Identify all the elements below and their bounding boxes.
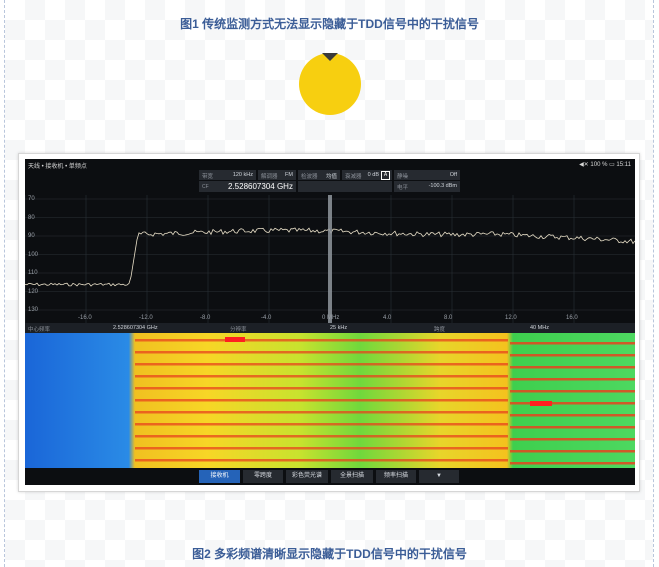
tdd-burst-band bbox=[510, 402, 635, 405]
battery-icon: ▭ bbox=[609, 162, 615, 168]
resolution-key: 分辨率 bbox=[230, 327, 247, 333]
param-detector[interactable]: 检波器 均值 bbox=[298, 170, 340, 180]
frequency-field[interactable]: CF 2.528607304 GHz bbox=[199, 181, 296, 192]
interference-spot bbox=[530, 401, 552, 406]
tdd-burst-band bbox=[510, 450, 635, 453]
breadcrumb: 天线 • 接收机 • 单频点 bbox=[28, 164, 87, 170]
tdd-burst-band bbox=[510, 462, 635, 465]
analyzer-screen: 天线 • 接收机 • 单频点 ◀✕ 100 % ▭ 15:11 带宽 120 k… bbox=[25, 159, 635, 485]
tdd-burst-band bbox=[135, 411, 508, 414]
figure-2-caption: 图2 多彩频谱清晰显示隐藏于TDD信号中的干扰信号 bbox=[192, 547, 467, 561]
param-bandwidth[interactable]: 带宽 120 kHz bbox=[199, 170, 256, 180]
y-tick-label: 110 bbox=[28, 270, 38, 276]
left-dashed-border bbox=[4, 0, 5, 567]
tdd-burst-band bbox=[510, 378, 635, 381]
interference-spot bbox=[225, 337, 245, 342]
x-tick-label: 4.0 bbox=[383, 315, 392, 321]
y-tick-label: 120 bbox=[28, 288, 39, 295]
tdd-burst-band bbox=[135, 423, 508, 426]
param-demodulator[interactable]: 解调器 FM bbox=[258, 170, 296, 180]
center-value: 2.528607304 GHz bbox=[113, 325, 158, 331]
status-right: ◀✕ 100 % ▭ 15:11 bbox=[579, 161, 631, 168]
x-tick-label: 16.0 bbox=[566, 315, 578, 321]
x-tick-label: 12.0 bbox=[505, 315, 517, 321]
tdd-burst-band bbox=[135, 339, 508, 342]
tdd-burst-band bbox=[135, 351, 508, 354]
frequency-scan-button[interactable]: 频率扫描 bbox=[376, 470, 416, 483]
tdd-burst-band bbox=[135, 447, 508, 450]
center-key: 中心频率 bbox=[28, 327, 51, 333]
bottom-button-bar: 接收机 零跨度 彩色荧光谱 全景扫描 频率扫描 ▼ bbox=[25, 468, 635, 485]
tdd-burst-band bbox=[135, 387, 508, 390]
tdd-burst-band bbox=[510, 414, 635, 417]
zero-span-button[interactable]: 零跨度 bbox=[243, 470, 283, 483]
tdd-burst-band bbox=[135, 435, 508, 438]
x-tick-label: -8.0 bbox=[200, 315, 211, 321]
tdd-burst-band bbox=[135, 459, 508, 462]
analyzer-screenshot: 天线 • 接收机 • 单频点 ◀✕ 100 % ▭ 15:11 带宽 120 k… bbox=[18, 153, 640, 492]
resolution-value: 25 kHz bbox=[330, 325, 348, 331]
x-tick-label: -12.0 bbox=[139, 315, 153, 321]
right-dashed-border bbox=[653, 0, 654, 567]
spectrogram[interactable] bbox=[25, 333, 635, 468]
param-level: 电平 -100.3 dBm bbox=[394, 181, 460, 192]
receiver-button[interactable]: 接收机 bbox=[199, 470, 240, 483]
info-bar: 中心频率 2.528607304 GHz 分辨率 25 kHz 跨度 40 MH… bbox=[25, 323, 635, 333]
tdd-burst-band bbox=[510, 390, 635, 393]
y-tick-label: 90 bbox=[28, 233, 35, 239]
param-attenuator[interactable]: 衰减器 0 dB A bbox=[342, 170, 392, 180]
figure-1-caption: 图1 传统监测方式无法显示隐藏于TDD信号中的干扰信号 bbox=[180, 17, 479, 31]
frequency-extra-field[interactable] bbox=[298, 181, 392, 192]
x-tick-label: 8.0 bbox=[444, 315, 453, 321]
tdd-burst-band bbox=[510, 354, 635, 357]
speaker-mute-icon[interactable]: ◀✕ bbox=[579, 162, 589, 168]
spectrogram-svg bbox=[25, 333, 635, 468]
yellow-circle-placeholder bbox=[299, 53, 361, 115]
tdd-burst-band bbox=[510, 366, 635, 369]
panorama-scan-button[interactable]: 全景扫描 bbox=[331, 470, 373, 483]
param-squelch[interactable]: 静噪 Off bbox=[394, 170, 460, 180]
y-tick-label: 130 bbox=[28, 307, 39, 313]
x-tick-label: 0 MHz bbox=[322, 315, 340, 321]
span-key: 跨度 bbox=[434, 327, 446, 333]
span-value: 40 MHz bbox=[530, 325, 549, 331]
tdd-burst-band bbox=[135, 363, 508, 366]
more-dropdown-button[interactable]: ▼ bbox=[419, 470, 459, 483]
battery-level: 100 % bbox=[590, 162, 608, 168]
x-tick-label: -16.0 bbox=[78, 315, 92, 321]
y-tick-label: 80 bbox=[28, 214, 35, 221]
y-tick-label: 100 bbox=[28, 251, 39, 258]
down-triangle-icon bbox=[322, 53, 338, 61]
spectrum-svg bbox=[25, 195, 635, 323]
auto-atten-badge: A bbox=[381, 171, 390, 180]
tdd-burst-band bbox=[135, 399, 508, 402]
tdd-burst-band bbox=[510, 438, 635, 441]
status-bar: 天线 • 接收机 • 单频点 ◀✕ 100 % ▭ 15:11 bbox=[25, 159, 635, 170]
y-tick-label: 70 bbox=[28, 196, 35, 202]
tdd-burst-band bbox=[510, 342, 635, 345]
center-marker[interactable] bbox=[328, 195, 332, 323]
clock: 15:11 bbox=[616, 162, 631, 168]
spectrum-plot[interactable]: 70 80 90 100 110 120 130 -16.0 -12.0 -8.0 -4.0 0 M… bbox=[25, 195, 635, 323]
color-spectrum-button[interactable]: 彩色荧光谱 bbox=[286, 470, 328, 483]
tdd-burst-band bbox=[135, 375, 508, 378]
x-tick-label: -4.0 bbox=[261, 315, 272, 321]
tdd-burst-band bbox=[510, 426, 635, 429]
